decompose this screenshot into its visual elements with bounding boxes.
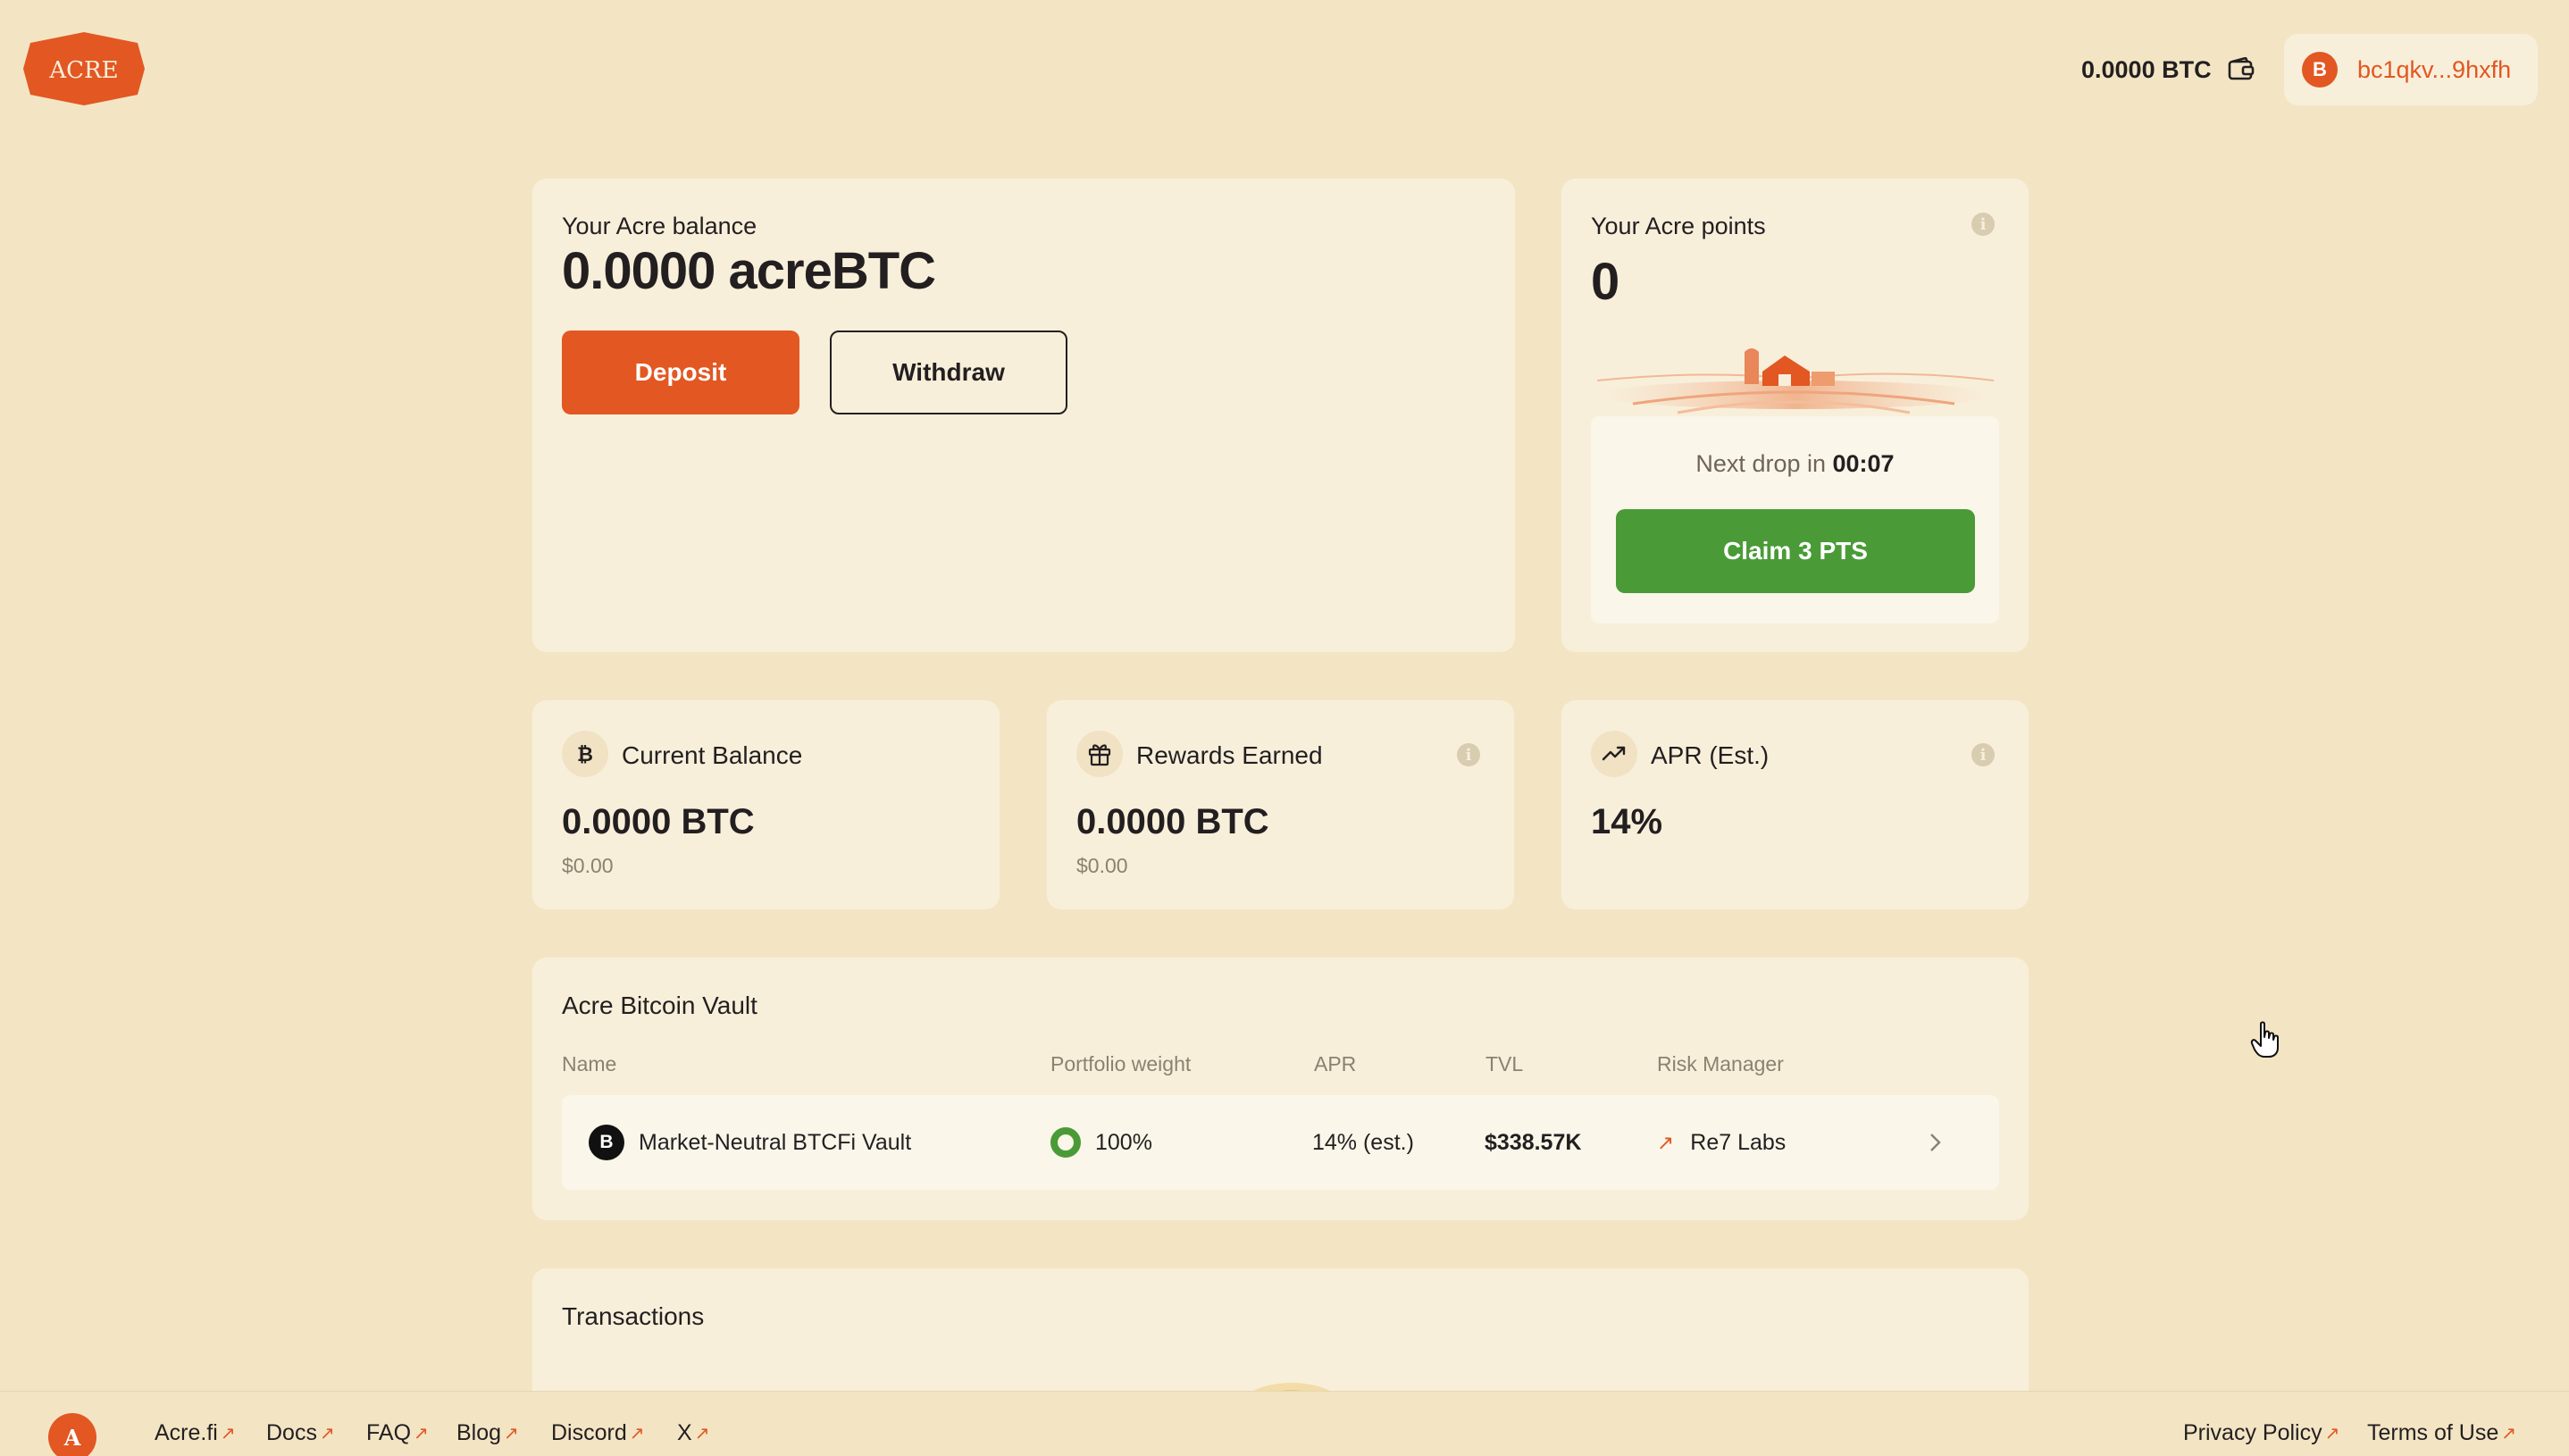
vault-weight-cell: 100%: [1050, 1095, 1152, 1190]
vault-apr: 14% (est.): [1312, 1129, 1414, 1155]
acre-points-card: Your Acre points i 0 Next drop in 00:07 …: [1561, 179, 2029, 652]
info-icon[interactable]: i: [1971, 743, 1995, 766]
footer-link-docs[interactable]: Docs ↗: [266, 1420, 335, 1446]
risk-manager-name: Re7 Labs: [1690, 1129, 1787, 1155]
acre-logo[interactable]: ACRE: [23, 32, 145, 105]
external-link-icon: ↗: [1657, 1130, 1675, 1154]
footer-logo[interactable]: A: [48, 1413, 96, 1456]
vault-logo-icon: B: [589, 1125, 624, 1160]
farm-illustration-icon: [1597, 348, 1994, 414]
points-label: Your Acre points: [1591, 213, 1766, 239]
logo-text: ACRE: [48, 57, 118, 84]
footer-link-label: Terms of Use: [2367, 1420, 2499, 1445]
bitcoin-icon: B: [2302, 52, 2338, 88]
points-value: 0: [1591, 253, 1620, 311]
external-link-icon: ↗: [319, 1424, 335, 1443]
external-link-icon: ↗: [414, 1424, 429, 1443]
footer-link-discord[interactable]: Discord ↗: [551, 1420, 645, 1446]
vault-tvl: $338.57K: [1485, 1129, 1582, 1155]
footer-link-label: Acre.fi: [155, 1420, 218, 1445]
next-drop-box: Next drop in 00:07 Claim 3 PTS: [1591, 416, 1999, 623]
vault-name: Market-Neutral BTCFi Vault: [639, 1129, 912, 1155]
bitcoin-icon: ₿: [562, 731, 608, 777]
column-header-apr: APR: [1314, 1052, 1357, 1075]
vault-row[interactable]: B Market-Neutral BTCFi Vault 100% 14% (e…: [562, 1095, 1999, 1190]
stat-value: 0.0000 BTC: [562, 802, 755, 841]
footer-link-label: Blog: [456, 1420, 502, 1445]
vault-title: Acre Bitcoin Vault: [562, 992, 757, 1019]
info-icon[interactable]: i: [1971, 213, 1995, 236]
footer-link-acre-fi[interactable]: Acre.fi ↗: [155, 1420, 236, 1446]
transactions-title: Transactions: [562, 1302, 705, 1330]
account-button[interactable]: B bc1qkv...9hxfh: [2284, 34, 2538, 105]
withdraw-button[interactable]: Withdraw: [830, 331, 1067, 414]
column-header-weight: Portfolio weight: [1050, 1052, 1192, 1075]
info-icon[interactable]: i: [1457, 743, 1480, 766]
column-header-name: Name: [562, 1052, 617, 1075]
stat-value: 0.0000 BTC: [1076, 802, 1269, 841]
risk-manager-link[interactable]: ↗ Re7 Labs: [1657, 1095, 1786, 1190]
wallet-icon: [2228, 57, 2254, 80]
claim-points-button[interactable]: Claim 3 PTS: [1616, 509, 1975, 593]
footer-link-blog[interactable]: Blog ↗: [456, 1420, 519, 1446]
balance-amount: 0.0000 acreBTC: [562, 242, 936, 300]
current-balance-card: ₿ Current Balance 0.0000 BTC $0.00: [532, 700, 1000, 909]
hand-cursor-icon: [2250, 1021, 2279, 1058]
svg-text:₿: ₿: [577, 744, 593, 766]
stat-usd-value: $0.00: [562, 854, 614, 877]
header-wallet-balance: 0.0000 BTC: [2081, 52, 2255, 88]
column-header-risk-manager: Risk Manager: [1657, 1052, 1784, 1075]
external-link-icon: ↗: [2501, 1424, 2517, 1443]
external-link-icon: ↗: [220, 1424, 236, 1443]
vault-name-cell: B Market-Neutral BTCFi Vault: [589, 1095, 911, 1190]
account-address: bc1qkv...9hxfh: [2357, 55, 2512, 83]
next-drop-prefix: Next drop in: [1695, 450, 1826, 477]
footer: A Acre.fi ↗ Docs ↗ FAQ ↗ Blog ↗ Discord ↗ X ↗ …: [0, 1391, 2569, 1456]
footer-link-terms-of-use[interactable]: Terms of Use ↗: [2367, 1420, 2516, 1446]
footer-link-faq[interactable]: FAQ ↗: [366, 1420, 429, 1446]
external-link-icon: ↗: [629, 1424, 645, 1443]
footer-link-x[interactable]: X ↗: [677, 1420, 709, 1446]
stat-title: APR (Est.): [1651, 741, 1770, 769]
stat-value: 14%: [1591, 802, 1663, 841]
column-header-tvl: TVL: [1485, 1052, 1524, 1075]
next-drop-timer: 00:07: [1832, 450, 1895, 477]
rewards-earned-card: Rewards Earned i 0.0000 BTC $0.00: [1047, 700, 1514, 909]
next-drop-text: Next drop in 00:07: [1591, 450, 1999, 478]
footer-link-label: Discord: [551, 1420, 627, 1445]
vault-card: Acre Bitcoin Vault Name Portfolio weight…: [532, 958, 2029, 1220]
footer-link-label: Docs: [266, 1420, 317, 1445]
external-link-icon: ↗: [2324, 1424, 2340, 1443]
external-link-icon: ↗: [694, 1424, 710, 1443]
external-link-icon: ↗: [504, 1424, 519, 1443]
apr-card: APR (Est.) i 14%: [1561, 700, 2029, 909]
acre-balance-card: Your Acre balance 0.0000 acreBTC Deposit…: [532, 179, 1515, 652]
stat-usd-value: $0.00: [1076, 854, 1128, 877]
stat-title: Current Balance: [622, 741, 803, 769]
chevron-right-icon[interactable]: [1929, 1095, 1943, 1190]
balance-label: Your Acre balance: [562, 213, 757, 239]
trending-up-icon: [1591, 731, 1637, 777]
footer-link-label: X: [677, 1420, 692, 1445]
footer-link-label: Privacy Policy: [2183, 1420, 2322, 1445]
vault-weight: 100%: [1095, 1129, 1152, 1155]
stat-title: Rewards Earned: [1136, 741, 1323, 769]
wallet-balance-value: 0.0000 BTC: [2081, 55, 2212, 83]
footer-link-label: FAQ: [366, 1420, 412, 1445]
portfolio-weight-ring-icon: [1050, 1127, 1081, 1158]
footer-link-privacy-policy[interactable]: Privacy Policy ↗: [2183, 1420, 2339, 1446]
deposit-button[interactable]: Deposit: [562, 331, 799, 414]
gift-icon: [1076, 731, 1123, 777]
